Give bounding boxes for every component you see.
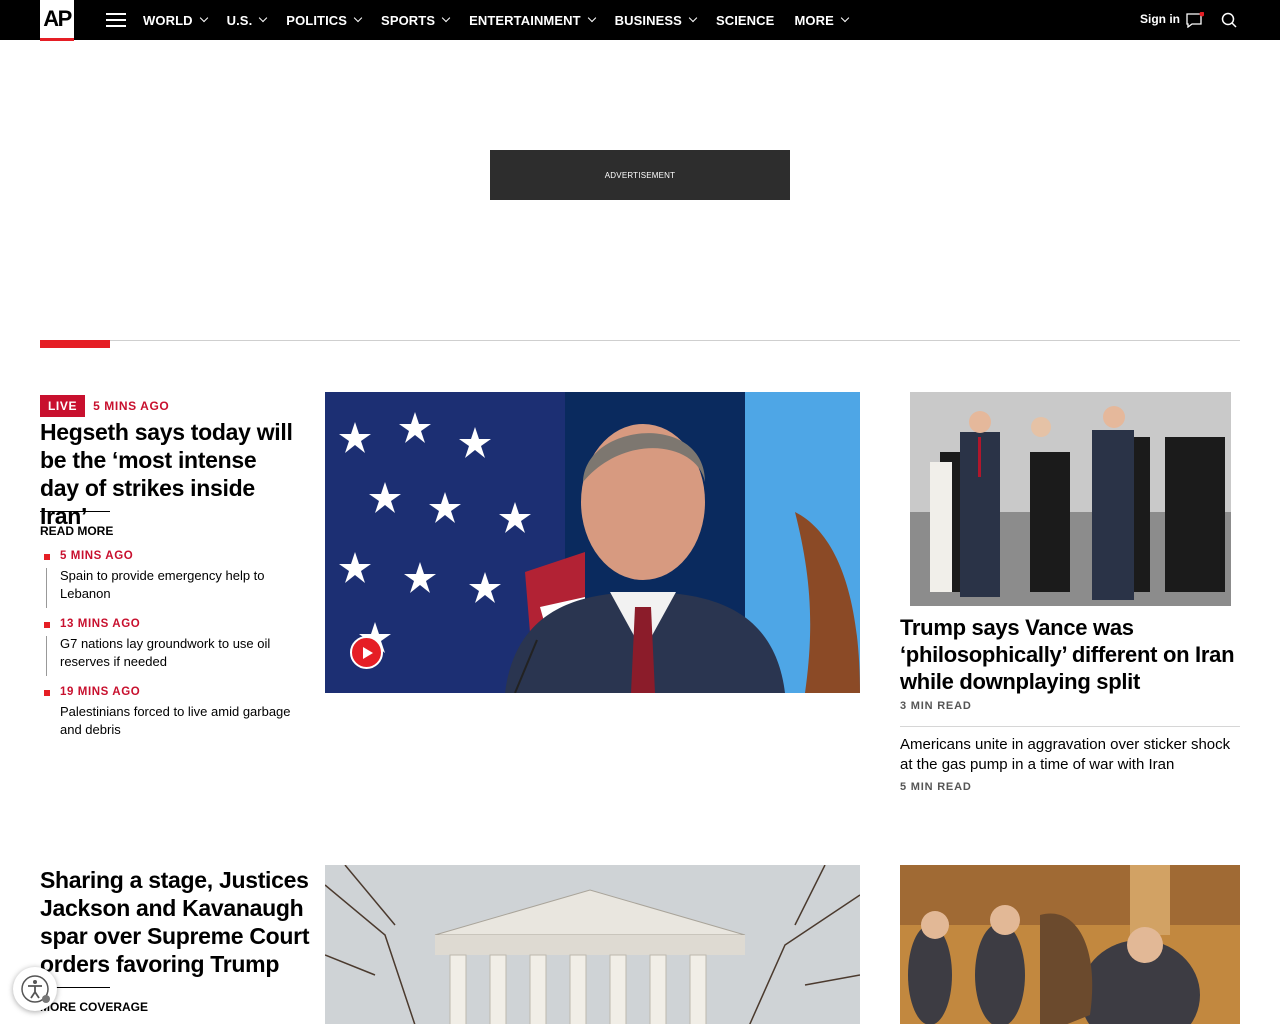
nav-business[interactable]: BUSINESS: [615, 13, 698, 28]
section-nav: WORLD U.S. POLITICS SPORTS ENTERTAINMENT…: [143, 0, 868, 40]
update-text[interactable]: Spain to provide emergency help to Leban…: [60, 567, 304, 603]
update-time: 13 MINS AGO: [60, 618, 141, 630]
court-building: [325, 865, 860, 1024]
nav-world[interactable]: WORLD: [143, 13, 208, 28]
live-updates: 5 MINS AGO Spain to provide emergency he…: [44, 550, 304, 754]
nav-politics[interactable]: POLITICS: [286, 13, 363, 28]
salute-photo: [910, 392, 1231, 606]
more-coverage-link[interactable]: MORE COVERAGE: [40, 1000, 148, 1014]
lead-video-thumbnail[interactable]: [325, 392, 860, 693]
update-time: 5 MINS AGO: [60, 550, 134, 562]
section-divider-accent: [40, 340, 110, 348]
sign-in-link[interactable]: Sign in: [1140, 12, 1180, 26]
chevron-down-icon: [199, 13, 208, 23]
second-headline[interactable]: Sharing a stage, Justices Jackson and Ka…: [40, 866, 310, 978]
chevron-down-icon: [441, 13, 451, 23]
live-timestamp: 5 MINS AGO: [93, 399, 170, 413]
nav-us[interactable]: U.S.: [227, 13, 268, 28]
chevron-down-icon: [688, 13, 698, 23]
section-divider: [40, 340, 1240, 341]
timeline-dot: [44, 554, 50, 560]
update-text[interactable]: Palestinians forced to live amid garbage…: [60, 703, 304, 739]
accessibility-glyph: [21, 975, 50, 1003]
live-badge: LIVE: [40, 395, 86, 417]
update-text[interactable]: G7 nations lay groundwork to use oil res…: [60, 635, 304, 671]
nav-entertainment[interactable]: ENTERTAINMENT: [469, 13, 596, 28]
nav-science[interactable]: SCIENCE: [716, 13, 775, 28]
right-headline[interactable]: Trump says Vance was ‘philosophically’ d…: [900, 614, 1240, 695]
search-icon[interactable]: [1221, 12, 1237, 28]
headline-rule: [40, 511, 110, 512]
chevron-down-icon: [259, 13, 268, 23]
lead-headline[interactable]: Hegseth says today will be the ‘most int…: [40, 418, 300, 530]
ap-logo[interactable]: AP: [40, 0, 74, 41]
courtroom-sketch[interactable]: [900, 865, 1240, 1024]
live-update-item[interactable]: 13 MINS AGO G7 nations lay groundwork to…: [44, 618, 304, 676]
right-rule: [900, 726, 1240, 727]
hamburger-icon[interactable]: [106, 13, 126, 27]
read-time: 5 MIN READ: [900, 781, 972, 793]
timeline-dot: [44, 690, 50, 696]
chat-icon[interactable]: [1186, 12, 1204, 28]
accessibility-icon[interactable]: [13, 967, 57, 1011]
logo-text: AP: [43, 6, 72, 31]
live-row: LIVE 5 MINS AGO: [40, 395, 169, 417]
sketch-drawing: [900, 865, 1240, 1024]
chevron-down-icon: [353, 13, 363, 23]
hegseth-photo: [325, 392, 860, 693]
read-more-link[interactable]: READ MORE: [40, 524, 113, 538]
supreme-court-photo[interactable]: [325, 865, 860, 1024]
right-sub-headline[interactable]: Americans unite in aggravation over stic…: [900, 735, 1240, 775]
live-update-item[interactable]: 5 MINS AGO Spain to provide emergency he…: [44, 550, 304, 608]
timeline-line: [46, 568, 47, 608]
nav-more[interactable]: MORE: [794, 13, 850, 28]
live-update-item[interactable]: 19 MINS AGO Palestinians forced to live …: [44, 686, 304, 739]
top-nav: AP WORLD U.S. POLITICS SPORTS ENTERTAINM…: [0, 0, 1280, 41]
timeline-dot: [44, 622, 50, 628]
read-time: 3 MIN READ: [900, 700, 972, 712]
nav-sports[interactable]: SPORTS: [381, 13, 451, 28]
play-icon[interactable]: [350, 636, 383, 669]
timeline-line: [46, 636, 47, 676]
update-time: 19 MINS AGO: [60, 686, 141, 698]
advertisement[interactable]: ADVERTISEMENT: [490, 150, 790, 200]
trump-vance-photo[interactable]: [910, 392, 1231, 606]
chevron-down-icon: [587, 13, 596, 23]
ad-label: ADVERTISEMENT: [604, 170, 676, 180]
chevron-down-icon: [840, 13, 850, 23]
